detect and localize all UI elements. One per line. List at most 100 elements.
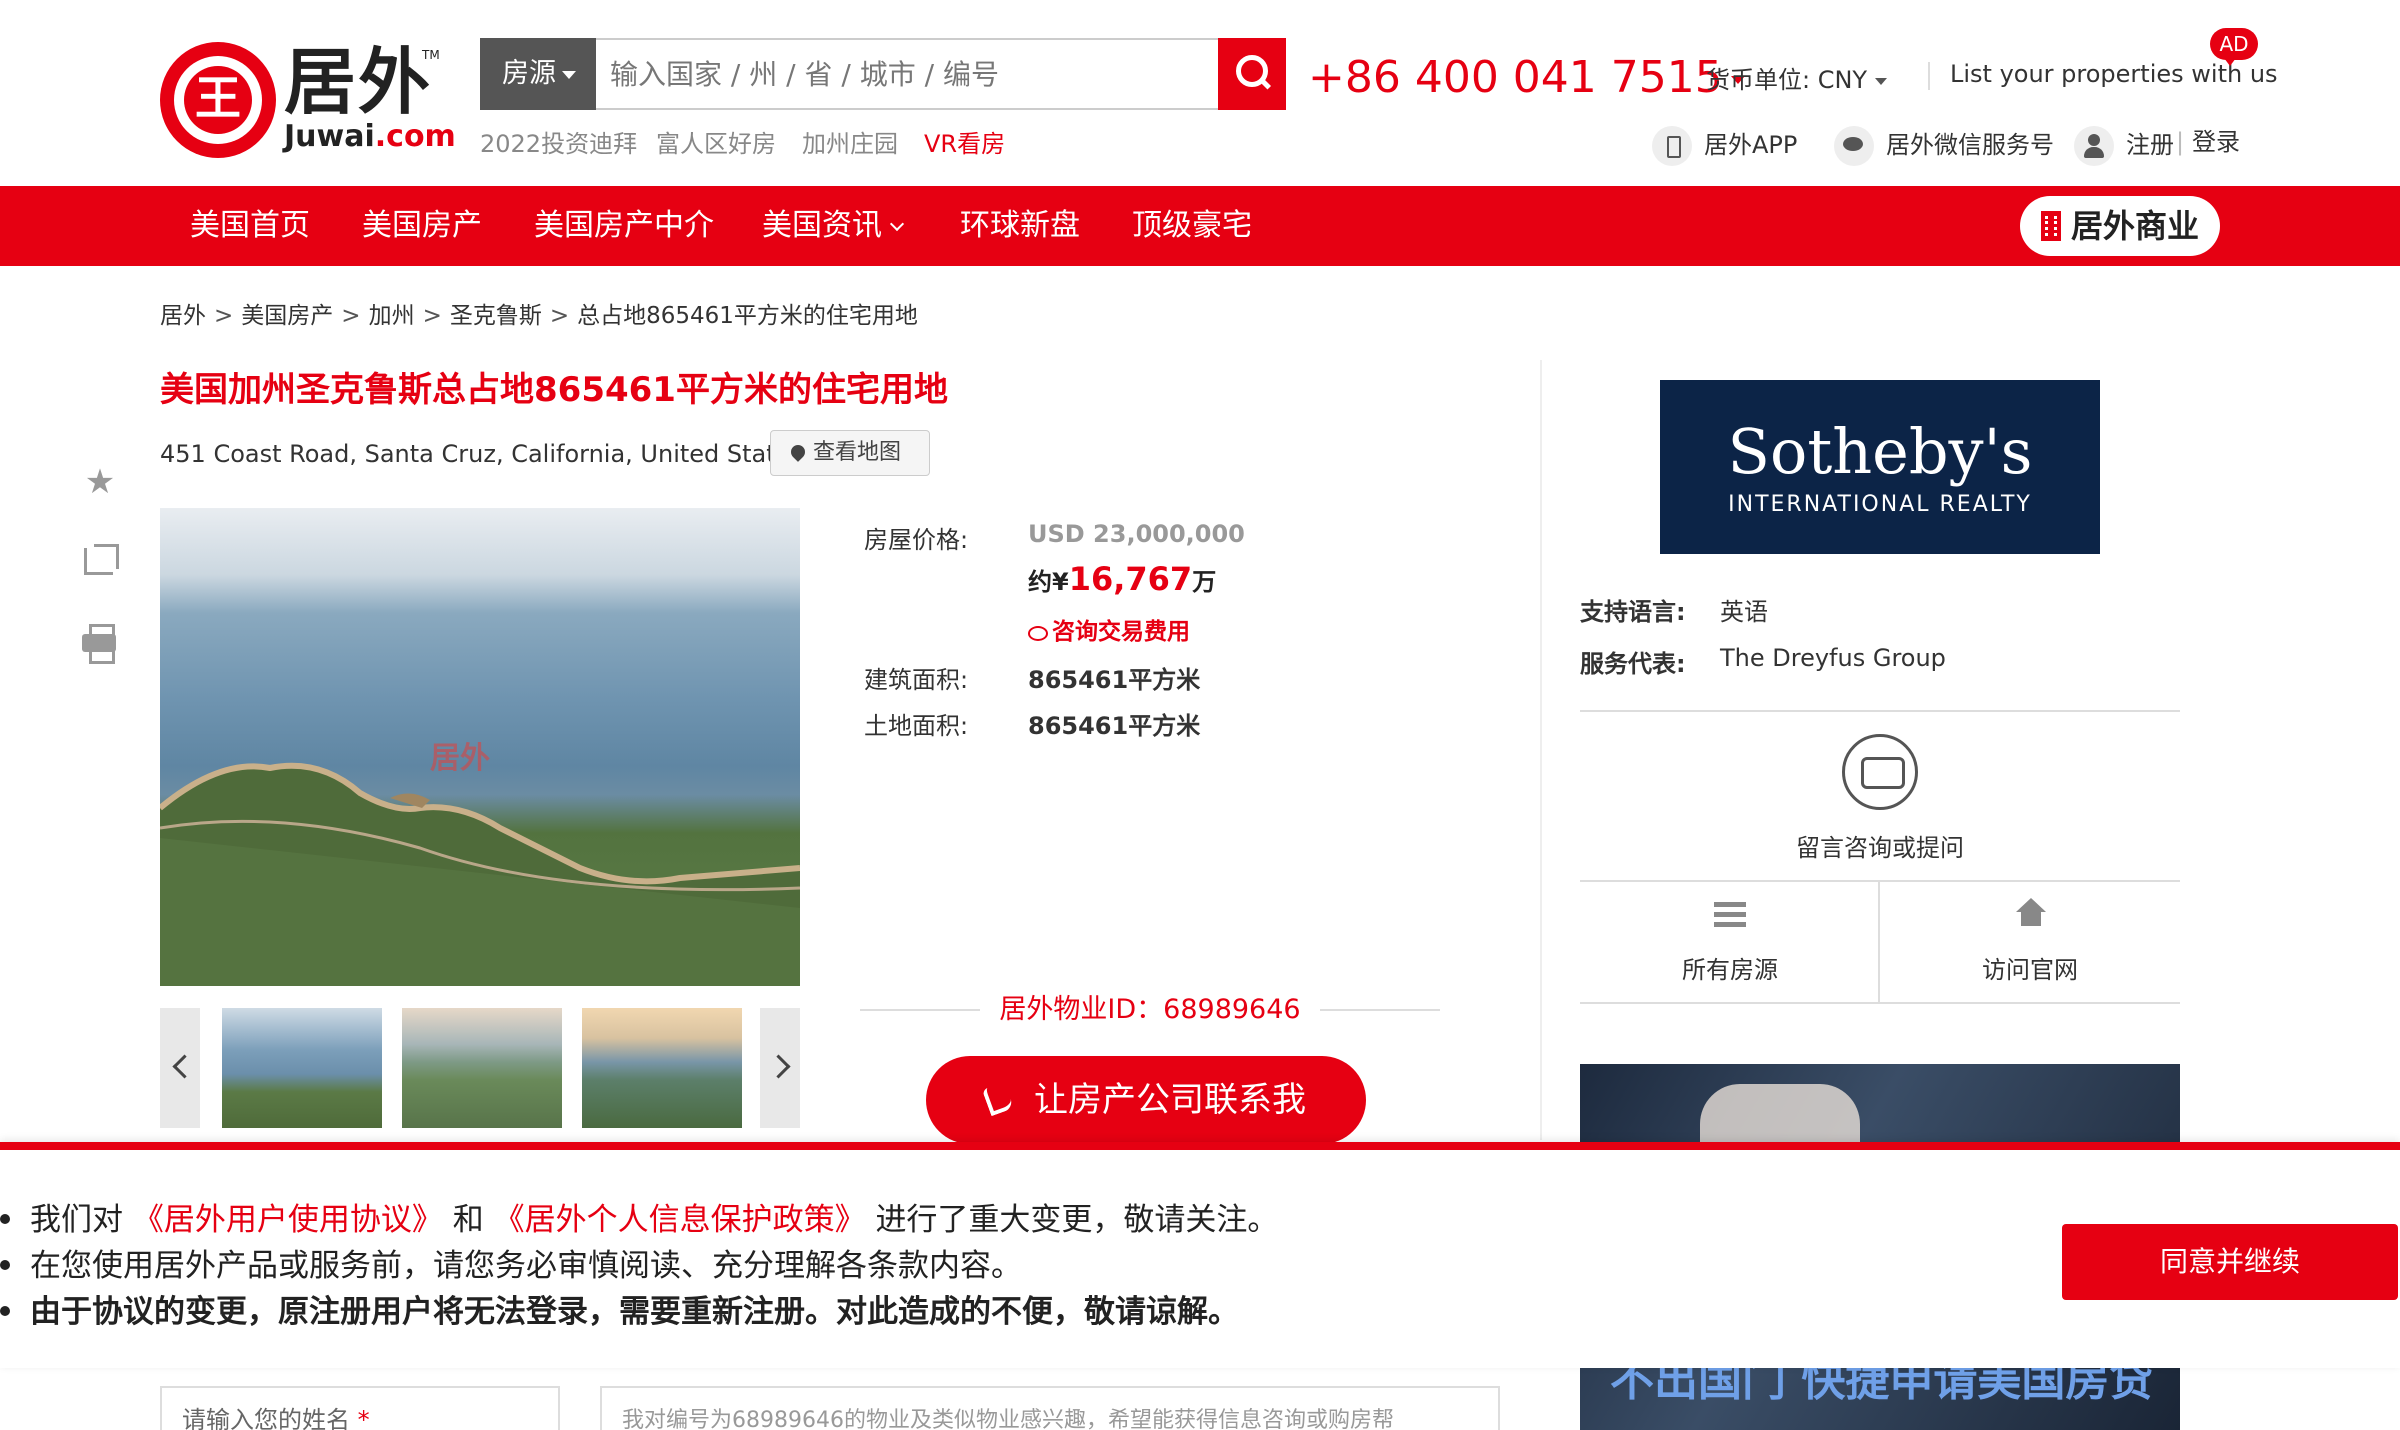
header-divider: [1928, 62, 1930, 90]
phone-icon: [981, 1081, 1015, 1117]
consult-fee-link[interactable]: 咨询交易费用: [1028, 612, 1190, 646]
nav-us-property[interactable]: 美国房产: [362, 186, 482, 266]
terms-link[interactable]: 《居外用户使用协议》: [133, 1202, 443, 1238]
quick-link-vr[interactable]: VR看房: [924, 124, 1005, 159]
login-link[interactable]: 登录: [2192, 126, 2240, 158]
price-usd: USD 23,000,000: [1028, 520, 1245, 548]
property-id-row: 居外物业ID：68989646: [860, 990, 1440, 1030]
caret-down-icon: [1875, 77, 1888, 85]
currency-label: 货币单位: CNY: [1706, 66, 1868, 94]
user-icon: [2074, 126, 2114, 166]
logo-cn-text: 居外: [284, 40, 433, 124]
divider: [1878, 880, 1880, 1004]
chevron-right-icon[interactable]: [760, 1008, 800, 1128]
consent-line-3: 由于协议的变更，原注册用户将无法登录，需要重新注册。对此造成的不便，敬请谅解。: [0, 1290, 1239, 1334]
hotline-number: +86 400 041 7515: [1308, 52, 1723, 103]
price-cny-unit: 万: [1192, 568, 1217, 596]
juwai-logo[interactable]: 王 居外 TM Juwai.com: [160, 40, 456, 160]
listing-address: 451 Coast Road, Santa Cruz, California, …: [160, 440, 803, 468]
breadcrumb-separator: >: [214, 303, 234, 329]
photo-watermark: 居外: [430, 741, 490, 776]
currency-selector[interactable]: 货币单位: CNY: [1706, 60, 1888, 95]
logo-en-main: Juwai: [284, 119, 375, 154]
nav-us-home[interactable]: 美国首页: [190, 186, 310, 266]
agency-logo-main: Sotheby's: [1727, 415, 2033, 488]
message-link[interactable]: 留言咨询或提问: [1580, 828, 2180, 863]
breadcrumb-item[interactable]: 美国房产: [241, 303, 333, 329]
thumbnail-image[interactable]: [222, 1008, 382, 1128]
bullet: [0, 1214, 10, 1224]
policy-consent-banner: 我们对 《居外用户使用协议》 和 《居外个人信息保护政策》 进行了重大变更，敬请…: [0, 1142, 2400, 1368]
chevron-down-icon: [889, 216, 905, 232]
wechat-link[interactable]: 居外微信服务号: [1834, 126, 2054, 166]
name-field[interactable]: 请输入您的姓名 *: [160, 1386, 560, 1430]
divider: [1320, 1009, 1440, 1011]
app-link[interactable]: 居外APP: [1652, 126, 1797, 166]
search-bar: 房源: [480, 38, 1286, 110]
quick-link-dubai[interactable]: 2022投资迪拜: [480, 124, 637, 159]
wechat-icon: [1834, 126, 1874, 166]
all-listings-link[interactable]: 所有房源: [1580, 950, 1880, 985]
visit-website-link[interactable]: 访问官网: [1880, 950, 2180, 985]
consent-text: 在您使用居外产品或服务前，请您务必审慎阅读、充分理解各条款内容。: [30, 1248, 1022, 1284]
search-type-dropdown[interactable]: 房源: [480, 38, 596, 110]
juwai-business-button[interactable]: 居外商业: [2020, 196, 2220, 256]
search-input[interactable]: [598, 40, 1218, 108]
print-icon[interactable]: [78, 620, 122, 664]
agree-continue-button[interactable]: 同意并继续: [2062, 1224, 2398, 1300]
price-cny: 约¥16,767万: [1028, 560, 1216, 598]
required-mark: *: [357, 1406, 370, 1430]
price-label: 房屋价格:: [864, 526, 969, 554]
logo-en-suffix: .com: [374, 119, 456, 154]
nav-us-news[interactable]: 美国资讯: [762, 186, 905, 266]
message-icon[interactable]: [1842, 734, 1918, 810]
breadcrumb-separator: >: [549, 303, 570, 329]
privacy-link[interactable]: 《居外个人信息保护政策》: [494, 1202, 866, 1238]
agency-logo[interactable]: Sotheby's INTERNATIONAL REALTY: [1660, 380, 2100, 554]
main-property-photo[interactable]: 居外: [160, 508, 800, 986]
thumbnail-image[interactable]: [402, 1008, 562, 1128]
consent-text: 由于协议的变更，原注册用户将无法登录，需要重新注册。对此造成的不便，敬请谅解。: [30, 1294, 1239, 1330]
divider: [1580, 880, 2180, 882]
caret-down-icon: [562, 70, 576, 79]
breadcrumb-item[interactable]: 居外: [160, 303, 206, 329]
nav-us-agents[interactable]: 美国房产中介: [534, 186, 714, 266]
nav-luxury[interactable]: 顶级豪宅: [1132, 186, 1252, 266]
price-cny-value: 16,767: [1068, 560, 1193, 598]
message-field[interactable]: 我对编号为68989646的物业及类似物业感兴趣，希望能获得信息咨询或购房帮: [600, 1386, 1500, 1430]
share-icon[interactable]: [78, 538, 122, 582]
contact-agent-button[interactable]: 让房产公司联系我: [926, 1056, 1366, 1144]
bullet: [0, 1306, 10, 1316]
search-type-label: 房源: [502, 58, 556, 89]
building-icon: [2040, 211, 2061, 241]
hotline-phone[interactable]: +86 400 041 7515: [1308, 50, 1745, 106]
view-map-label: 查看地图: [813, 440, 902, 465]
quick-link-rich-area[interactable]: 富人区好房: [656, 124, 776, 159]
divider: [1580, 1002, 2180, 1004]
breadcrumb-item[interactable]: 加州: [369, 303, 415, 329]
divider: [1580, 710, 2180, 712]
breadcrumb-item[interactable]: 圣克鲁斯: [450, 303, 542, 329]
chevron-left-icon[interactable]: [160, 1008, 200, 1128]
consent-text: 我们对: [30, 1202, 123, 1238]
view-map-button[interactable]: 查看地图: [770, 430, 930, 476]
language-label: 支持语言:: [1580, 598, 1686, 626]
contact-agent-label: 让房产公司联系我: [1034, 1080, 1306, 1120]
quick-link-ca-estate[interactable]: 加州庄园: [802, 124, 898, 159]
breadcrumb-separator: >: [341, 303, 361, 329]
consent-line-1: 我们对 《居外用户使用协议》 和 《居外个人信息保护政策》 进行了重大变更，敬请…: [0, 1198, 1278, 1242]
breadcrumb-current: 总占地865461平方米的住宅用地: [577, 303, 918, 329]
favorite-star-icon[interactable]: ★: [78, 460, 122, 504]
building-area-value: 865461平方米: [1028, 666, 1201, 694]
logo-tm: TM: [422, 48, 440, 62]
login-separator: |: [2176, 128, 2185, 156]
mobile-icon: [1652, 126, 1692, 166]
thumbnail-image[interactable]: [582, 1008, 742, 1128]
register-link[interactable]: 注册: [2074, 126, 2174, 166]
register-label: 注册: [2126, 131, 2174, 159]
search-button[interactable]: [1218, 38, 1286, 110]
nav-global-new[interactable]: 环球新盘: [960, 186, 1080, 266]
ad-badge: AD: [2210, 28, 2258, 66]
bullet: [0, 1260, 10, 1270]
language-value: 英语: [1720, 598, 1768, 626]
